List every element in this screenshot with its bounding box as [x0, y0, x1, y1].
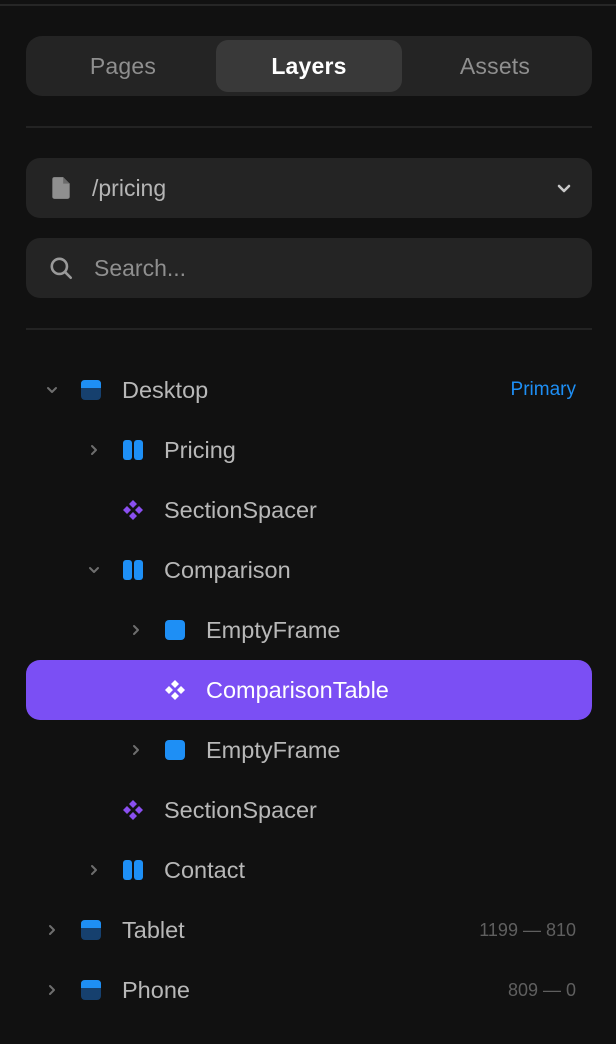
breakpoint-icon — [80, 979, 102, 1001]
chevron-right-icon[interactable] — [126, 620, 146, 640]
tab-layers[interactable]: Layers — [216, 40, 402, 92]
top-border — [0, 4, 616, 6]
breakpoint-icon — [80, 919, 102, 941]
tab-pages[interactable]: Pages — [30, 40, 216, 92]
component-icon — [164, 679, 186, 701]
layer-row[interactable]: Contact — [26, 840, 592, 900]
panel-tabs: Pages Layers Assets — [26, 36, 592, 96]
component-icon — [122, 499, 144, 521]
primary-badge: Primary — [510, 379, 576, 400]
tab-assets[interactable]: Assets — [402, 40, 588, 92]
breakpoint-range: 1199 — 810 — [479, 919, 576, 940]
layer-label: Phone — [122, 976, 190, 1003]
search-icon — [50, 257, 73, 280]
layer-label: Tablet — [122, 916, 185, 943]
layer-label: EmptyFrame — [206, 616, 341, 643]
layer-label: EmptyFrame — [206, 736, 341, 763]
layer-row[interactable]: Phone 809 — 0 — [26, 960, 592, 1020]
layer-label: ComparisonTable — [206, 676, 389, 703]
chevron-right-icon[interactable] — [84, 860, 104, 880]
layer-label: Comparison — [164, 556, 291, 583]
divider — [26, 328, 592, 330]
layers-panel: Pages Layers Assets /pricing Desktop Prim… — [0, 0, 616, 1044]
breakpoint-range: 809 — 0 — [507, 979, 576, 1000]
component-icon — [122, 799, 144, 821]
stack-icon — [122, 859, 144, 881]
layer-row[interactable]: EmptyFrame — [26, 600, 592, 660]
file-icon — [52, 177, 70, 199]
layer-row[interactable]: EmptyFrame — [26, 720, 592, 780]
chevron-down-icon[interactable] — [84, 560, 104, 580]
stack-icon — [122, 439, 144, 461]
frame-icon — [164, 739, 186, 761]
search-input[interactable] — [92, 238, 562, 298]
chevron-right-icon[interactable] — [126, 740, 146, 760]
layer-label: Pricing — [164, 436, 236, 463]
layer-row[interactable]: ComparisonTable — [26, 660, 592, 720]
layer-label: Desktop — [122, 376, 209, 403]
layer-label: SectionSpacer — [164, 496, 317, 523]
frame-icon — [164, 619, 186, 641]
page-select[interactable]: /pricing — [26, 158, 592, 218]
layer-row[interactable]: Desktop Primary — [26, 360, 592, 420]
search-field[interactable] — [26, 238, 592, 298]
layer-label: Contact — [164, 856, 245, 883]
layer-row[interactable]: Comparison — [26, 540, 592, 600]
chevron-right-icon[interactable] — [42, 920, 62, 940]
chevron-down-icon — [557, 184, 571, 193]
layer-row[interactable]: SectionSpacer — [26, 480, 592, 540]
layer-row[interactable]: SectionSpacer — [26, 780, 592, 840]
chevron-down-icon[interactable] — [42, 380, 62, 400]
stack-icon — [122, 559, 144, 581]
chevron-right-icon[interactable] — [42, 980, 62, 1000]
layer-row[interactable]: Pricing — [26, 420, 592, 480]
chevron-right-icon[interactable] — [84, 440, 104, 460]
layer-label: SectionSpacer — [164, 796, 317, 823]
divider — [26, 126, 592, 128]
layer-row[interactable]: Tablet 1199 — 810 — [26, 900, 592, 960]
page-select-value: /pricing — [92, 174, 167, 201]
breakpoint-icon — [80, 379, 102, 401]
